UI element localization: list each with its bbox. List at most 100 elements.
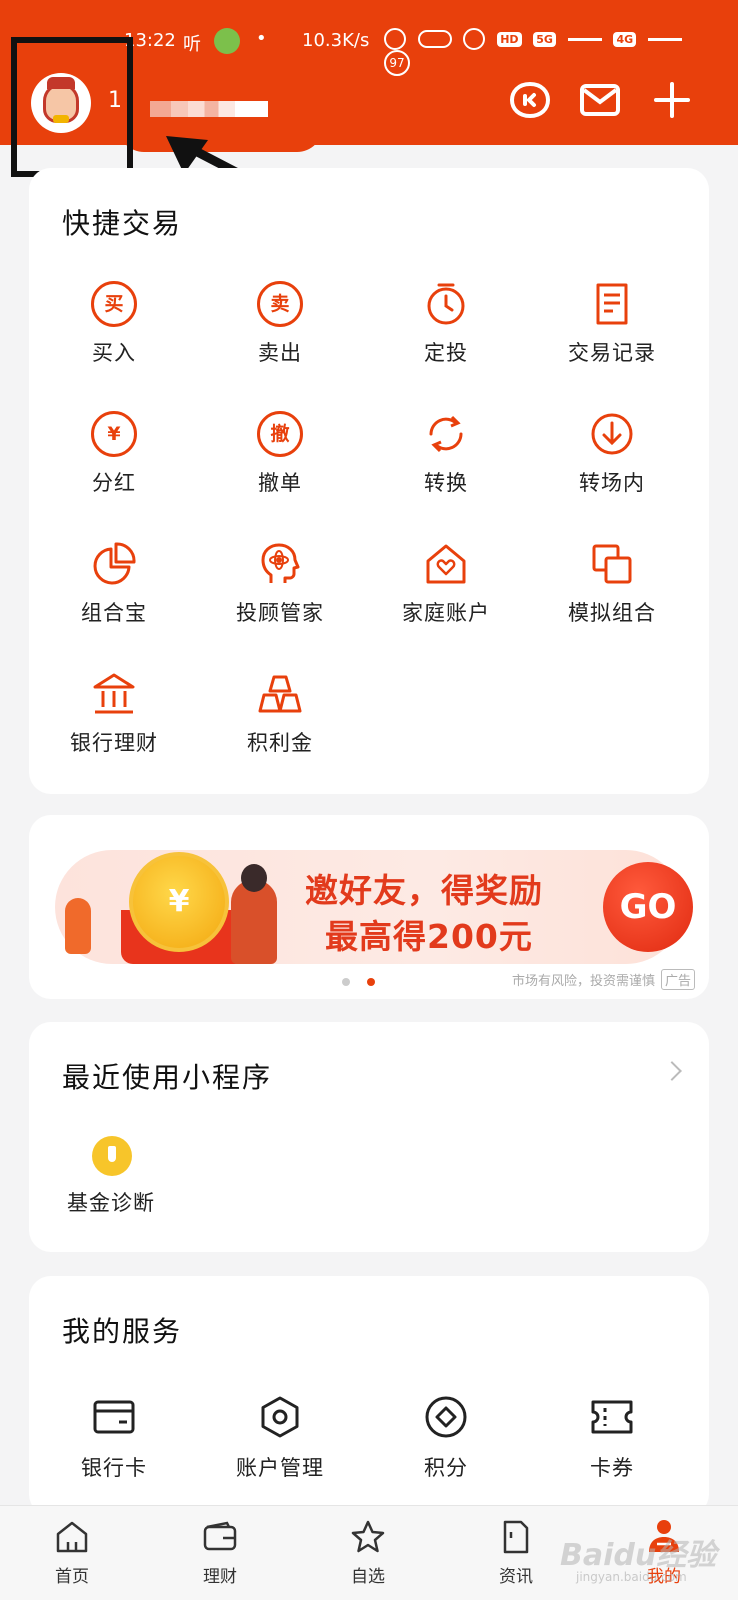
chevron-right-icon[interactable] [662, 1061, 682, 1081]
network-5g-badge: 5G [533, 31, 556, 47]
sell-item[interactable]: 卖 卖出 [195, 281, 365, 367]
fund-diagnosis-icon[interactable] [92, 1136, 132, 1176]
convert-item[interactable]: 转换 [361, 411, 531, 497]
bank-card-item[interactable]: 银行卡 [29, 1394, 199, 1482]
recent-mini-programs-title: 最近使用小程序 [62, 1061, 273, 1094]
alarm-icon [463, 28, 486, 50]
star-icon [351, 1520, 385, 1553]
tab-news[interactable]: 资讯 [456, 1518, 576, 1587]
ad-tag: 广告 [660, 969, 695, 990]
signal-icon-2 [647, 37, 682, 41]
hexagon-nut-icon [261, 1396, 299, 1438]
plus-icon[interactable] [650, 78, 694, 122]
receipt-icon [596, 283, 628, 325]
bank-card-icon [93, 1400, 135, 1434]
go-button[interactable]: GO [603, 862, 693, 952]
risk-disclaimer-text: 市场有风险，投资需谨慎 [511, 974, 655, 989]
message-app-icon [214, 28, 240, 54]
gold-item[interactable]: 积利金 [195, 671, 365, 757]
cancel-order-icon: 撤 [257, 411, 303, 457]
fund-diagnosis-label[interactable]: 基金诊断 [67, 1187, 155, 1217]
bank-finance-item[interactable]: 银行理财 [29, 671, 199, 757]
tab-watchlist-label: 自选 [351, 1567, 385, 1587]
copy-squares-icon [592, 544, 632, 584]
points-label: 积分 [424, 1456, 468, 1480]
fixed-invest-label: 定投 [424, 341, 468, 365]
status-bullet: • [256, 28, 267, 49]
tab-finance[interactable]: 理财 [160, 1518, 280, 1587]
fixed-invest-item[interactable]: 定投 [361, 281, 531, 367]
transfer-in-item[interactable]: 转场内 [527, 411, 697, 497]
invite-banner[interactable]: ¥ 邀好友，得奖励 最高得200元 GO [55, 850, 693, 964]
account-management-item[interactable]: 账户管理 [195, 1394, 365, 1482]
my-services-card: 我的服务 银行卡 账户管理 积分 卡券 [29, 1276, 709, 1516]
bank-card-label: 银行卡 [81, 1456, 147, 1480]
hd-badge: HD [497, 31, 522, 47]
risk-disclaimer: 市场有风险，投资需谨慎 广告 [512, 969, 695, 990]
tab-watchlist[interactable]: 自选 [308, 1518, 428, 1587]
system-icons: HD 5G 4G 97 [384, 28, 714, 76]
recent-mini-programs-card: 最近使用小程序 基金诊断 [29, 1022, 709, 1252]
trade-record-label: 交易记录 [568, 341, 656, 365]
bluetooth-icon [384, 28, 406, 50]
simulated-portfolio-item[interactable]: 模拟组合 [527, 541, 697, 627]
transfer-in-label: 转场内 [579, 471, 645, 495]
family-account-label: 家庭账户 [402, 601, 490, 625]
trade-record-item[interactable]: 交易记录 [527, 281, 697, 367]
carousel-dots[interactable] [342, 971, 392, 990]
tab-home[interactable]: 首页 [12, 1518, 132, 1587]
quick-trade-card: 快捷交易 买 买入 卖 卖出 定投 交易记录 ¥ 分红 撤 撤单 转换 转场内 … [29, 168, 709, 794]
pie-chart-icon [93, 542, 136, 585]
buy-item[interactable]: 买 买入 [29, 281, 199, 367]
person-head [241, 864, 267, 892]
coin-icon: ¥ [129, 852, 229, 952]
person-right-illustration [231, 864, 277, 964]
document-icon [503, 1520, 529, 1554]
baidu-watermark: Baidu经验 [560, 1538, 717, 1573]
portfolio-item[interactable]: 组合宝 [29, 541, 199, 627]
bank-finance-label: 银行理财 [70, 731, 158, 755]
wallet-icon [203, 1521, 237, 1551]
quick-trade-title: 快捷交易 [62, 207, 183, 240]
home-icon [56, 1521, 88, 1553]
advisor-label: 投顾管家 [236, 601, 324, 625]
mail-icon[interactable] [578, 78, 622, 122]
sell-icon: 卖 [257, 281, 303, 327]
tab-news-label: 资讯 [499, 1567, 533, 1587]
dividend-label: 分红 [92, 471, 136, 495]
battery-icon: 97 [384, 50, 410, 76]
toggle-status-icon [417, 30, 452, 48]
family-account-item[interactable]: 家庭账户 [361, 541, 531, 627]
promo-card: ¥ 邀好友，得奖励 最高得200元 GO 市场有风险，投资需谨慎 广告 [29, 815, 709, 999]
download-circle-icon [591, 413, 633, 455]
baidu-watermark-url: jingyan.baidu.com [576, 1570, 687, 1584]
dividend-icon: ¥ [91, 411, 137, 457]
banner-title: 邀好友，得奖励 [305, 871, 543, 910]
tab-home-label: 首页 [55, 1567, 89, 1587]
points-diamond-icon [425, 1396, 467, 1438]
customer-service-icon[interactable] [508, 78, 552, 122]
person-left-illustration [65, 898, 91, 954]
buy-label: 买入 [92, 341, 136, 365]
network-speed: 10.3K/s [302, 30, 370, 51]
my-services-title: 我的服务 [62, 1315, 183, 1348]
buy-icon: 买 [91, 281, 137, 327]
portfolio-label: 组合宝 [81, 601, 147, 625]
cancel-order-item[interactable]: 撤 撤单 [195, 411, 365, 497]
carousel-dot[interactable] [342, 978, 350, 986]
gold-label: 积利金 [247, 731, 313, 755]
coupons-item[interactable]: 卡券 [527, 1394, 697, 1482]
advisor-item[interactable]: 投顾管家 [195, 541, 365, 627]
annotation-box [11, 37, 133, 177]
advisor-head-icon [261, 543, 300, 583]
dividend-item[interactable]: ¥ 分红 [29, 411, 199, 497]
status-listen: 听 [183, 34, 201, 55]
convert-label: 转换 [424, 471, 468, 495]
convert-icon [429, 415, 463, 453]
carousel-dot-active[interactable] [367, 978, 375, 986]
timer-icon [427, 283, 465, 325]
points-item[interactable]: 积分 [361, 1394, 531, 1482]
account-management-label: 账户管理 [236, 1456, 324, 1480]
tab-finance-label: 理财 [203, 1567, 237, 1587]
bank-icon [93, 673, 135, 714]
